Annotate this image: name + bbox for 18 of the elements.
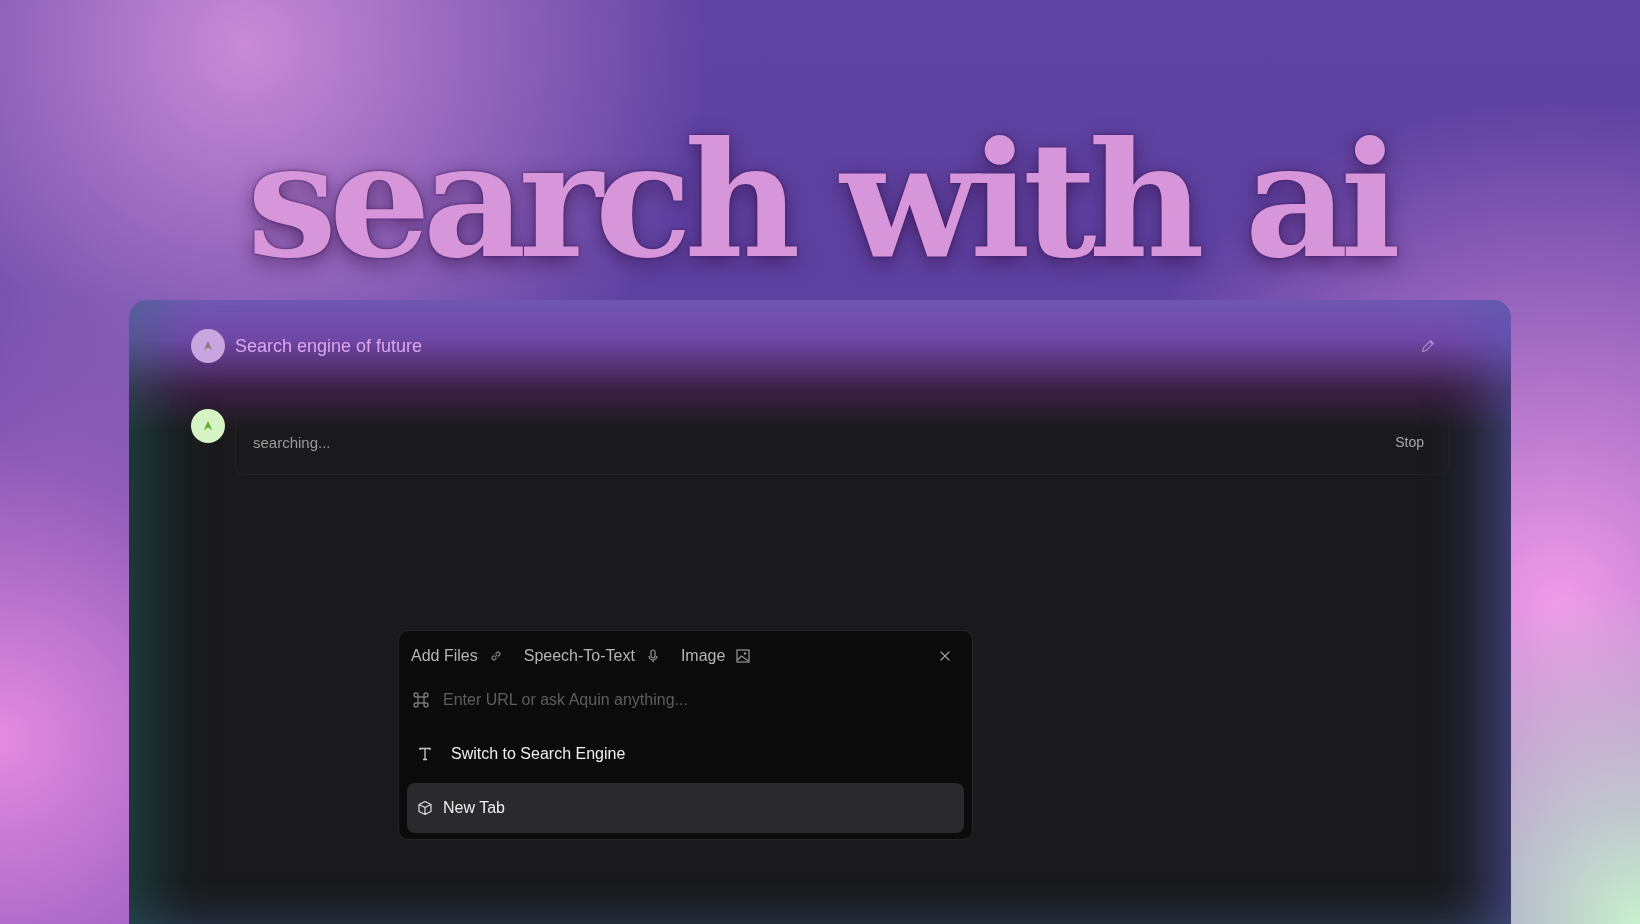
search-input[interactable]: Enter URL or ask Aquin anything... [441,690,960,710]
text-icon [417,746,433,762]
headline: search with ai [246,105,1394,296]
close-icon[interactable] [938,649,952,663]
edit-icon[interactable] [1419,337,1437,355]
tool-button[interactable]: Image [680,647,752,665]
status-text: searching... [253,433,331,451]
tool-button[interactable]: Speech-To-Text [523,647,661,665]
tool-button[interactable]: Add Files [411,647,504,665]
command-item[interactable]: New Tab [407,783,964,833]
image-icon [735,648,752,664]
chat-title: Search engine of future [235,335,423,357]
avatar-icon [191,409,225,443]
stop-button[interactable]: Stop [1395,434,1424,450]
command-item[interactable]: Switch to Search Engine [407,729,964,779]
cube-icon [417,800,433,816]
command-icon [411,690,431,710]
avatar-icon [191,329,225,363]
